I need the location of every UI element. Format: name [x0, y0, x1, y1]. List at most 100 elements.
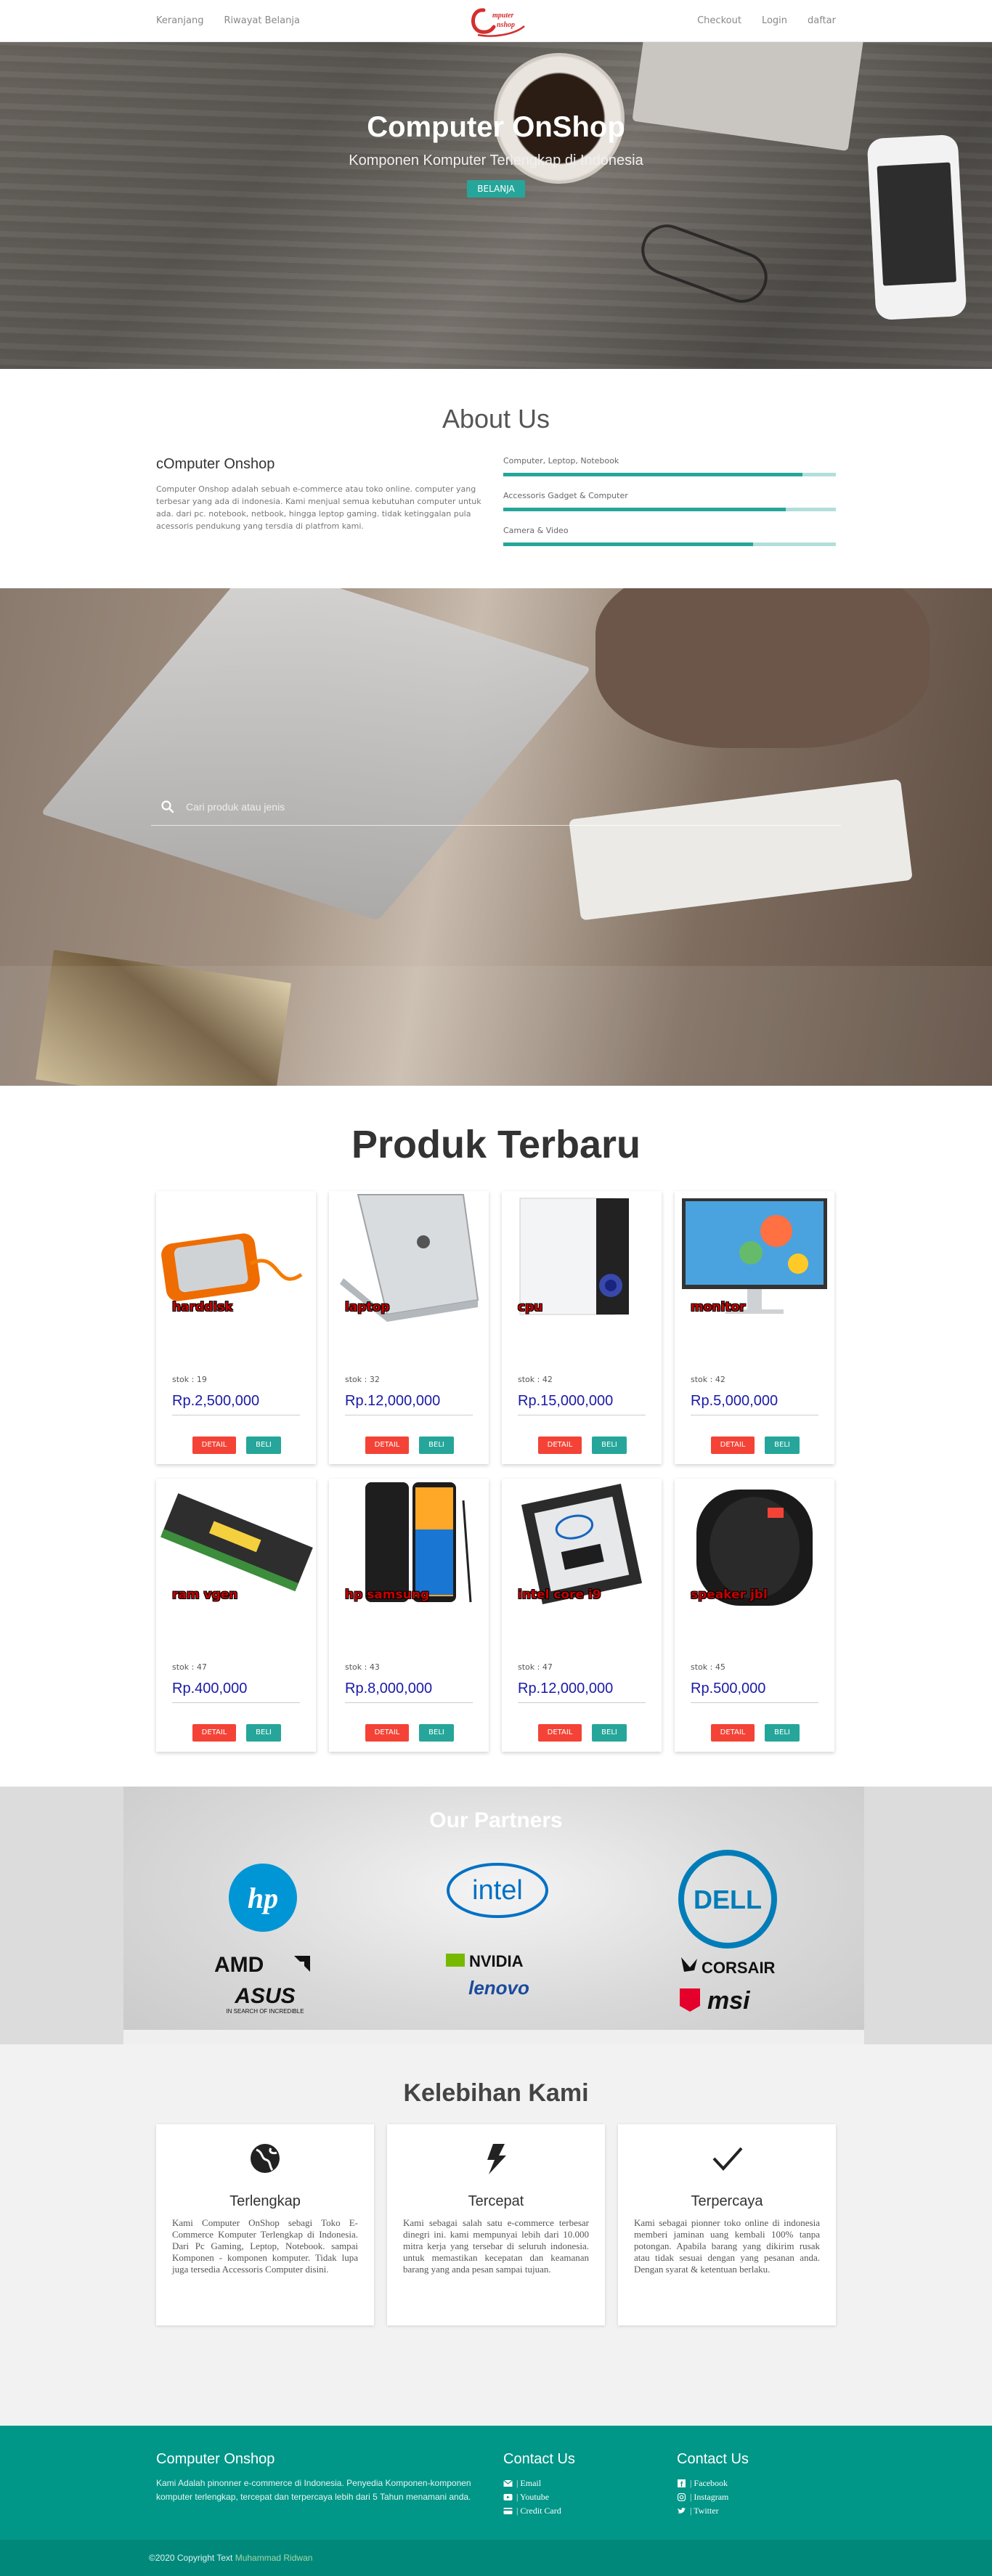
buy-button[interactable]: BELI [246, 1437, 281, 1454]
credit-card-icon [503, 2508, 513, 2514]
product-stock: stok : 19 [172, 1375, 207, 1384]
about-title: About Us [442, 404, 550, 434]
skill-label: Camera & Video [503, 526, 569, 535]
product-stock: stok : 42 [691, 1375, 725, 1384]
buy-button[interactable]: BELI [765, 1437, 800, 1454]
hero-banner: Computer OnShop Komponen Komputer Terlen… [0, 42, 992, 369]
svg-text:NVIDIA: NVIDIA [469, 1952, 524, 1970]
product-name: ram vgen [172, 1588, 238, 1602]
product-price: Rp.15,000,000 [518, 1393, 614, 1409]
buy-button[interactable]: BELI [419, 1437, 454, 1454]
checkmark-icon [712, 2147, 743, 2171]
detail-button[interactable]: DETAIL [711, 1724, 755, 1742]
svg-text:mputer: mputer [492, 12, 514, 20]
skill-item: Camera & Video [503, 526, 836, 546]
copyright-label: ©2020 Copyright Text [149, 2553, 233, 2563]
product-stock: stok : 32 [345, 1375, 380, 1384]
skill-label: Accessoris Gadget & Computer [503, 491, 628, 500]
product-name: hp samsung [345, 1588, 429, 1602]
corsair-logo: CORSAIR [681, 1957, 776, 1977]
product-price: Rp.400,000 [172, 1681, 248, 1697]
svg-text:hp: hp [248, 1882, 278, 1914]
buy-button[interactable]: BELI [246, 1724, 281, 1742]
advantage-card: Tercepat Kami sebagai salah satu e-comme… [387, 2124, 605, 2325]
partners-band [123, 2030, 864, 2044]
footer-link-label: | Email [516, 2478, 542, 2488]
product-stock: stok : 47 [172, 1662, 207, 1672]
product-stock: stok : 47 [518, 1662, 553, 1672]
footer-facebook-link[interactable]: f | Facebook [677, 2477, 822, 2490]
product-price: Rp.12,000,000 [345, 1393, 441, 1409]
svg-text:ASUS: ASUS [234, 1984, 295, 2008]
detail-button[interactable]: DETAIL [538, 1724, 582, 1742]
person-photo [595, 588, 930, 748]
partners-title: Our Partners [429, 1808, 563, 1832]
asus-logo: ASUS IN SEARCH OF INCREDIBLE [226, 1984, 304, 2015]
detail-button[interactable]: DETAIL [192, 1437, 236, 1454]
nav-daftar[interactable]: daftar [808, 15, 836, 26]
laptop-photo [40, 588, 592, 921]
product-price: Rp.8,000,000 [345, 1681, 433, 1697]
footer-link-label: | Twitter [690, 2506, 719, 2516]
footer-instagram-link[interactable]: | Instagram [677, 2490, 822, 2504]
footer-twitter-link[interactable]: | Twitter [677, 2504, 822, 2518]
detail-button[interactable]: DETAIL [365, 1724, 409, 1742]
site-logo[interactable]: mputer nshop [463, 3, 529, 39]
copyright-text: ©2020 Copyright Text Muhammad Ridwan [149, 2553, 312, 2563]
search-bar[interactable] [151, 788, 841, 826]
product-name: monitor [691, 1300, 746, 1315]
product-card: intel core i9 stok : 47 Rp.12,000,000 DE… [502, 1479, 662, 1752]
advantage-heading: Terpercaya [691, 2193, 763, 2209]
svg-text:nshop: nshop [497, 21, 515, 29]
advantage-text: Kami sebagai pionner toko online di indo… [634, 2217, 820, 2275]
envelope-icon [503, 2479, 513, 2487]
asus-tagline: IN SEARCH OF INCREDIBLE [226, 2008, 304, 2015]
buy-button[interactable]: BELI [419, 1724, 454, 1742]
footer-link-label: | Credit Card [516, 2506, 561, 2516]
footer-link-label: | Instagram [690, 2492, 729, 2502]
footer-youtube-link[interactable]: | Youtube [503, 2490, 649, 2504]
advantages-section: Kelebihan Kami Terlengkap Kami Computer … [0, 2044, 992, 2426]
product-price: Rp.5,000,000 [691, 1393, 778, 1409]
svg-text:lenovo: lenovo [468, 1977, 529, 1999]
product-stock: stok : 42 [518, 1375, 553, 1384]
author-link[interactable]: Muhammad Ridwan [235, 2553, 313, 2563]
skill-label: Computer, Leptop, Notebook [503, 456, 619, 466]
nav-login[interactable]: Login [762, 15, 787, 26]
product-price: Rp.2,500,000 [172, 1393, 260, 1409]
detail-button[interactable]: DETAIL [538, 1437, 582, 1454]
product-name: intel core i9 [518, 1588, 601, 1602]
buy-button[interactable]: BELI [592, 1724, 627, 1742]
copyright-bar: ©2020 Copyright Text Muhammad Ridwan [0, 2540, 992, 2576]
search-input[interactable] [186, 797, 825, 817]
detail-button[interactable]: DETAIL [365, 1437, 409, 1454]
nav-riwayat-belanja[interactable]: Riwayat Belanja [224, 15, 300, 26]
skill-bar-fill [503, 508, 786, 511]
footer-brand: Computer Onshop [156, 2451, 275, 2467]
detail-button[interactable]: DETAIL [192, 1724, 236, 1742]
youtube-icon [503, 2494, 513, 2500]
about-heading: cOmputer Onshop [156, 456, 275, 472]
skill-bar-fill [503, 473, 803, 476]
divider [518, 1702, 646, 1703]
detail-button[interactable]: DETAIL [711, 1437, 755, 1454]
msi-logo: msi [680, 1987, 751, 2015]
product-card: monitor stok : 42 Rp.5,000,000 DETAIL BE… [675, 1191, 834, 1464]
nav-keranjang[interactable]: Keranjang [156, 15, 204, 26]
skill-item: Accessoris Gadget & Computer [503, 491, 836, 511]
divider [345, 1702, 473, 1703]
svg-text:CORSAIR: CORSAIR [702, 1959, 776, 1977]
product-card: laptop stok : 32 Rp.12,000,000 DETAIL BE… [329, 1191, 489, 1464]
footer-credit-card-link[interactable]: | Credit Card [503, 2504, 649, 2518]
parallax-shade [0, 966, 992, 1086]
belanja-button[interactable]: BELANJA [467, 180, 525, 198]
skill-item: Computer, Leptop, Notebook [503, 456, 836, 476]
footer-email-link[interactable]: | Email [503, 2477, 649, 2490]
intel-logo: intel [447, 1863, 548, 1918]
product-price: Rp.500,000 [691, 1681, 766, 1697]
nav-checkout[interactable]: Checkout [697, 15, 741, 26]
buy-button[interactable]: BELI [592, 1437, 627, 1454]
product-stock: stok : 45 [691, 1662, 725, 1672]
skill-bar-fill [503, 543, 753, 546]
buy-button[interactable]: BELI [765, 1724, 800, 1742]
